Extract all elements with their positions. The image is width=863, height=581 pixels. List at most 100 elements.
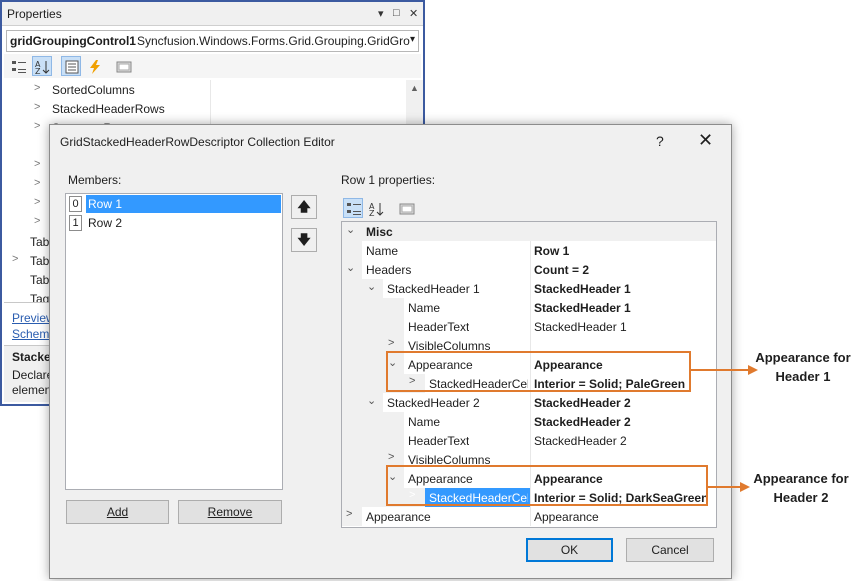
cancel-button[interactable]: Cancel [626,538,714,562]
expand-icon[interactable]: > [34,101,40,113]
property-row[interactable]: ⌄ StackedHeader 2 StackedHeader 2 [342,393,716,412]
alphabetical-button[interactable]: AZ [366,198,386,218]
property-value[interactable]: StackedHeader 2 [530,431,716,450]
property-row[interactable]: > SortedColumns [4,80,406,99]
callout-header2: Appearance for Header 2 [746,469,856,507]
expand-icon[interactable]: > [34,120,40,132]
property-name: Tab [30,273,50,287]
expand-icon[interactable]: > [34,82,40,94]
chevron-down-icon[interactable]: ⌄ [346,223,355,236]
svg-text:Z: Z [35,67,41,75]
properties-title: Properties [7,7,62,21]
chevron-down-icon[interactable]: ⌄ [367,394,376,407]
close-icon[interactable]: ✕ [409,7,418,20]
property-row[interactable]: ⌄ StackedHeader 1 StackedHeader 1 [342,279,716,298]
add-button[interactable]: Add [66,500,169,524]
property-value[interactable]: StackedHeader 1 [530,298,716,317]
remove-button[interactable]: Remove [178,500,282,524]
property-row[interactable]: > Appearance Appearance [342,507,716,526]
add-button-label: Add [106,505,129,519]
row-indent-gutter [342,241,362,260]
property-row[interactable]: Name Row 1 [342,241,716,260]
property-name: Headers [366,263,412,277]
chevron-down-icon[interactable]: ▾ [410,34,415,45]
row-indent-gutter [342,412,404,431]
property-row[interactable]: HeaderText StackedHeader 2 [342,431,716,450]
sort-az-icon: AZ [369,202,384,217]
member-item[interactable]: 0 Row 1 [67,195,281,213]
properties-label: Row 1 properties: [341,173,436,187]
property-name: HeaderText [408,434,470,448]
properties-title-bar: Properties ▾ □ ✕ [2,2,423,26]
property-pages-button[interactable] [113,56,133,76]
property-value[interactable]: StackedHeader 2 [530,393,716,412]
expand-icon[interactable]: > [34,177,40,189]
property-name: Misc [366,225,393,239]
row-indent-gutter [342,393,383,412]
help-button[interactable]: ? [656,133,664,149]
property-value[interactable]: StackedHeader 1 [530,317,716,336]
callout-header1-line1: Appearance for [755,350,851,365]
dialog-close-button[interactable]: ✕ [698,130,713,151]
properties-view-button[interactable] [61,56,81,76]
category-row[interactable]: ⌄ Misc [342,222,716,241]
member-index: 1 [69,215,82,231]
property-pages-icon [399,203,415,215]
property-value[interactable]: Count = 2 [530,260,716,279]
property-row[interactable]: HeaderText StackedHeader 1 [342,317,716,336]
expand-icon[interactable]: > [34,215,40,227]
chevron-down-icon[interactable]: ⌄ [346,261,355,274]
move-up-button[interactable]: 🡅 [291,195,317,219]
object-selector-combo[interactable]: gridGroupingControl1 Syncfusion.Windows.… [6,30,419,52]
property-value[interactable]: Row 1 [530,241,716,260]
member-item[interactable]: 1 Row 2 [67,214,281,232]
row-indent-gutter [342,431,404,450]
expand-icon[interactable]: > [34,196,40,208]
property-row[interactable]: ⌄ Headers Count = 2 [342,260,716,279]
member-index: 0 [69,196,82,212]
callout-header2-line1: Appearance for [753,471,849,486]
pin-dropdown-icon[interactable]: ▾ [378,7,384,20]
svg-text:Z: Z [369,209,375,217]
chevron-down-icon[interactable]: ⌄ [367,280,376,293]
property-row[interactable]: Name StackedHeader 2 [342,412,716,431]
dialog-title: GridStackedHeaderRowDescriptor Collectio… [60,135,335,149]
member-name: Row 2 [88,216,123,230]
chevron-right-icon[interactable]: > [388,451,394,463]
property-row[interactable]: > StackedHeaderRows [4,99,406,118]
arrow-down-icon: 🡇 [297,232,311,247]
object-name: gridGroupingControl1 [10,34,136,48]
row-indent-gutter [342,317,404,336]
property-pages-button[interactable] [396,198,416,218]
row-indent-gutter [342,279,383,298]
callout-header1-line2: Header 1 [775,369,831,384]
restore-icon[interactable]: □ [393,7,400,19]
lightning-icon [90,60,100,74]
ok-button[interactable]: OK [526,538,613,562]
alphabetical-button[interactable]: AZ [32,56,52,76]
categorized-button[interactable] [343,198,363,218]
members-list[interactable]: 0 Row 1 1 Row 2 [65,193,283,490]
move-down-button[interactable]: 🡇 [291,228,317,252]
property-name: Name [408,301,441,315]
property-name: Name [366,244,399,258]
property-value[interactable]: StackedHeader 2 [530,412,716,431]
property-name: StackedHeader 1 [387,282,480,296]
property-pages-icon [116,61,132,73]
object-type: Syncfusion.Windows.Forms.Grid.Grouping.G… [137,34,410,48]
expand-icon[interactable]: > [12,253,18,265]
chevron-right-icon[interactable]: > [388,337,394,349]
expand-icon[interactable]: > [34,158,40,170]
property-row[interactable]: Name StackedHeader 1 [342,298,716,317]
property-value[interactable]: Appearance [530,507,716,526]
description-line-1: Declare [12,368,54,382]
property-value[interactable] [210,99,406,118]
sort-az-icon: AZ [35,60,50,75]
chevron-right-icon[interactable]: > [346,508,352,520]
property-value[interactable] [210,80,406,99]
categorized-button[interactable] [8,56,28,76]
scroll-up-icon[interactable]: ▲ [410,83,419,93]
property-value[interactable]: StackedHeader 1 [530,279,716,298]
events-button[interactable] [84,56,104,76]
categorized-icon [347,203,361,215]
